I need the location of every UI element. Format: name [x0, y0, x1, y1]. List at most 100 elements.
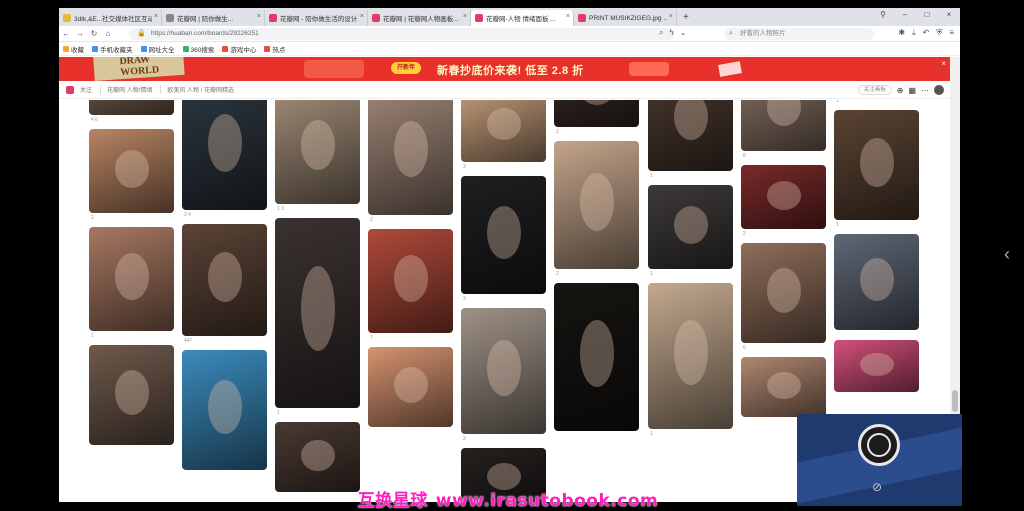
close-icon[interactable]: × [941, 59, 946, 68]
pin-photo-highlight [859, 137, 894, 187]
browser-tab[interactable]: 花瓣网 | 陪你做生... × [162, 10, 265, 26]
address-bar[interactable]: 🔒 https://huaban.com/boards/29226251 [129, 28, 674, 40]
pin-image[interactable] [741, 100, 826, 151]
bookmark-label: 360搜索 [190, 46, 215, 54]
home-icon[interactable]: ⌂ [101, 29, 115, 38]
pin-image[interactable] [834, 234, 919, 330]
pin-image[interactable] [182, 224, 267, 336]
close-icon[interactable]: × [154, 13, 158, 20]
bookmark-item[interactable]: 热点 [264, 44, 285, 54]
pin-image[interactable] [741, 165, 826, 229]
pin-image[interactable] [741, 357, 826, 417]
browser-tab[interactable]: 花瓣网 | 花瓣网人物画板... × [368, 10, 471, 26]
side-arrow-icon[interactable]: ‹ [1004, 244, 1010, 265]
search-input[interactable]: ⌕ 好看的人物照片 [724, 28, 874, 40]
pin-window-icon[interactable]: ⚲ [872, 8, 894, 22]
forward-arrow-icon[interactable]: → [73, 29, 87, 38]
browser-tab[interactable]: PRINT MUSIKZIGEG.jpg ... × [574, 10, 677, 26]
follow-board-button[interactable]: 关注画板 [857, 85, 892, 95]
pin-image[interactable] [275, 100, 360, 204]
pin-image[interactable] [741, 243, 826, 343]
pin-image[interactable] [554, 141, 639, 269]
close-icon[interactable]: × [360, 13, 364, 20]
close-icon[interactable]: × [566, 13, 570, 20]
scrollbar-thumb[interactable] [952, 390, 958, 412]
pin-image[interactable] [89, 227, 174, 331]
pin-image[interactable] [554, 100, 639, 127]
pin-image[interactable] [648, 185, 733, 269]
pin-image[interactable] [89, 345, 174, 445]
promo-banner[interactable]: DRAW WORLD 开新年 新春抄底价来袭! 低至 2.8 折 × [59, 57, 950, 81]
bookmark-item[interactable]: 收藏 [63, 44, 84, 54]
pin-photo-highlight [859, 258, 894, 302]
bookmark-item[interactable]: 360搜索 [182, 44, 215, 54]
menu-icon[interactable]: ≡ [949, 28, 954, 38]
pin-image[interactable] [368, 347, 453, 427]
pin-image[interactable] [461, 100, 546, 162]
breadcrumb-category[interactable]: 花瓣网 人物/情绪 [100, 85, 152, 94]
favicon-icon [166, 14, 174, 22]
minimize-button[interactable]: – [894, 8, 916, 22]
maximize-button[interactable]: □ [916, 8, 938, 22]
pin-image[interactable] [834, 340, 919, 392]
bookmark-label: 网址大全 [148, 46, 175, 54]
pin-image[interactable] [554, 283, 639, 431]
pin-stats: 7 [370, 335, 373, 341]
back-arrow-icon[interactable]: ← [59, 29, 73, 38]
pin-image[interactable] [368, 229, 453, 333]
pin-image[interactable] [275, 422, 360, 492]
reload-icon[interactable]: ↻ [87, 29, 101, 38]
pin-image[interactable] [89, 129, 174, 213]
close-icon[interactable]: × [257, 13, 261, 20]
pin-stats: 3 4 [184, 212, 191, 218]
browser-tab[interactable]: 花瓣网 - 陪你做生活的设计... × [265, 10, 368, 26]
pin-photo-highlight [486, 339, 521, 397]
pin-image[interactable] [461, 176, 546, 294]
pin-image[interactable] [648, 100, 733, 171]
avatar[interactable] [934, 85, 944, 95]
new-tab-button[interactable]: + [677, 10, 695, 26]
browser-tab[interactable]: 花瓣网-人物 情绪面板 ... × [471, 10, 574, 26]
pin-photo-highlight [393, 255, 428, 302]
pin-image[interactable] [834, 110, 919, 220]
pin-stats: 2 [91, 215, 94, 221]
bookmark-item[interactable]: 游戏中心 [222, 44, 256, 54]
browser-tab[interactable]: 3dtk,&E...社交媒体社区互动 × [59, 10, 162, 26]
huaban-logo-icon[interactable] [66, 85, 74, 94]
follow-tab[interactable]: 关注 [80, 85, 92, 94]
undo-icon[interactable]: ↶ [923, 28, 930, 38]
chevron-down-icon[interactable]: ⌄ [680, 28, 687, 38]
grid-icon[interactable]: ▦ [908, 86, 916, 95]
close-icon[interactable]: × [463, 13, 467, 20]
shield-icon[interactable]: ⛨ [936, 28, 942, 38]
breadcrumb-board[interactable]: 欧美风 人物 / 花瓣网精选 [160, 85, 234, 94]
screen-frame: 3dtk,&E...社交媒体社区互动 × 花瓣网 | 陪你做生... × 花瓣网 - 陪… [0, 0, 1024, 511]
banner-button[interactable]: 开新年 [391, 62, 421, 74]
pin-image[interactable] [182, 350, 267, 470]
watermark-url: www.irasutobook.com [435, 491, 659, 511]
pin-image[interactable] [648, 283, 733, 429]
banner-text: 新春抄底价来袭! 低至 2.8 折 [437, 65, 584, 77]
close-window-button[interactable]: × [938, 8, 960, 22]
pin-stats: 1 [836, 222, 839, 228]
pin-image[interactable] [182, 100, 267, 210]
bookmark-item[interactable]: 手机收藏夹 [92, 44, 133, 54]
pin-stats: 447 [184, 338, 193, 344]
pin-image[interactable] [275, 218, 360, 408]
download-icon[interactable]: ⤓ [912, 28, 916, 38]
pin-image[interactable] [461, 308, 546, 434]
pin-stats: 1 [650, 271, 653, 277]
bookmark-item[interactable]: 网址大全 [140, 44, 175, 54]
toolbar-right-buttons: ✱ ⤓ ↶ ⛨ ≡ [898, 28, 954, 38]
window-controls: ⚲ – □ × [872, 8, 960, 24]
more-icon[interactable]: ⋯ [921, 86, 929, 95]
lock-icon: 🔒 [137, 30, 146, 37]
lightning-icon[interactable]: ϟ [669, 28, 673, 38]
pin-image[interactable] [368, 100, 453, 215]
extensions-icon[interactable]: ✱ [898, 28, 905, 38]
close-icon[interactable]: × [669, 13, 673, 20]
search-icon[interactable]: ⌕ [659, 28, 663, 38]
pin-image[interactable] [89, 100, 174, 115]
banner-decoration [718, 61, 742, 77]
add-icon[interactable]: ⊕ [897, 86, 904, 95]
